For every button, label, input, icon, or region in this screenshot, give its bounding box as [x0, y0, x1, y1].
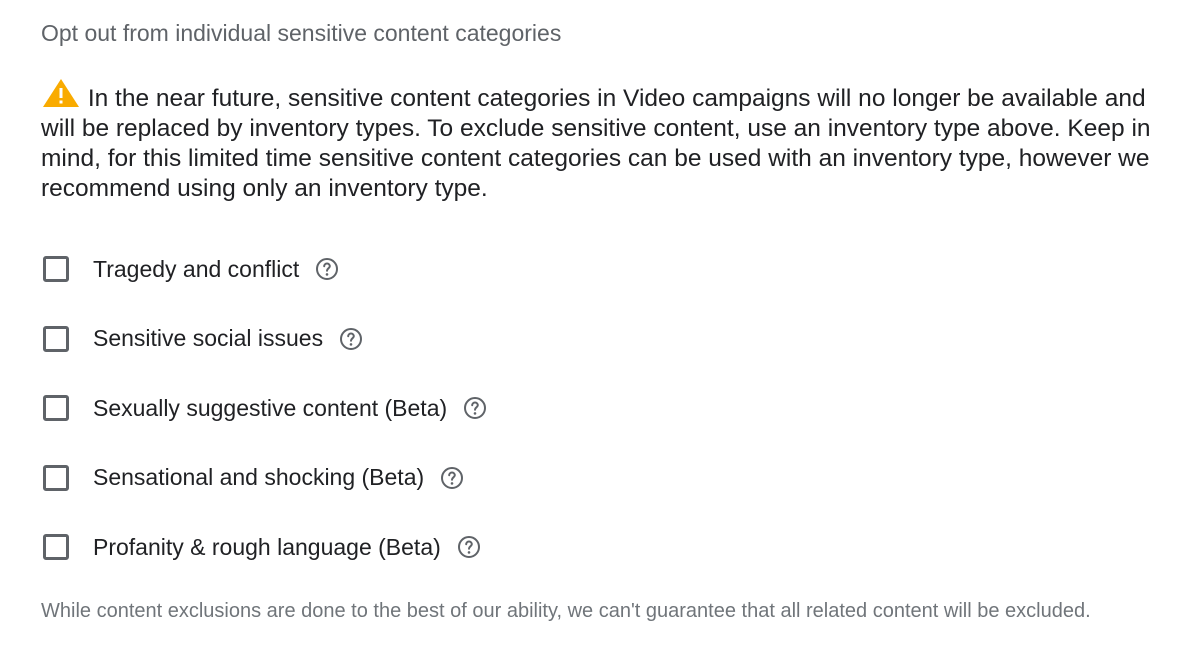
checkbox-label[interactable]: Tragedy and conflict: [93, 256, 299, 283]
checkbox-label[interactable]: Sensational and shocking (Beta): [93, 464, 424, 491]
warning-icon: [43, 79, 79, 107]
checkbox-label[interactable]: Sensitive social issues: [93, 325, 323, 352]
category-tragedy-and-conflict: Tragedy and conflict: [43, 252, 487, 286]
checkbox-label[interactable]: Sexually suggestive content (Beta): [93, 395, 447, 422]
checkbox[interactable]: [43, 464, 69, 491]
help-icon[interactable]: [463, 396, 487, 420]
category-profanity-and-rough-language: Profanity & rough language (Beta): [43, 530, 487, 564]
disclaimer-text: While content exclusions are done to the…: [41, 600, 1091, 622]
notice-text: In the near future, sensitive content ca…: [41, 85, 1151, 202]
help-icon[interactable]: [339, 327, 363, 351]
checkbox[interactable]: [43, 325, 69, 352]
category-sensational-and-shocking: Sensational and shocking (Beta): [43, 461, 487, 495]
sensitive-category-list: Tragedy and conflict Sensitive social is…: [43, 252, 487, 600]
help-icon[interactable]: [457, 535, 481, 559]
warning-notice: In the near future, sensitive content ca…: [41, 79, 1171, 204]
help-icon[interactable]: [440, 466, 464, 490]
section-title: Opt out from individual sensitive conten…: [41, 20, 562, 46]
category-sexually-suggestive-content: Sexually suggestive content (Beta): [43, 391, 487, 425]
checkbox[interactable]: [43, 534, 69, 560]
checkbox[interactable]: [43, 395, 69, 421]
checkbox[interactable]: [43, 256, 69, 282]
checkbox-label[interactable]: Profanity & rough language (Beta): [93, 534, 441, 561]
help-icon[interactable]: [315, 257, 339, 281]
category-sensitive-social-issues: Sensitive social issues: [43, 322, 487, 356]
